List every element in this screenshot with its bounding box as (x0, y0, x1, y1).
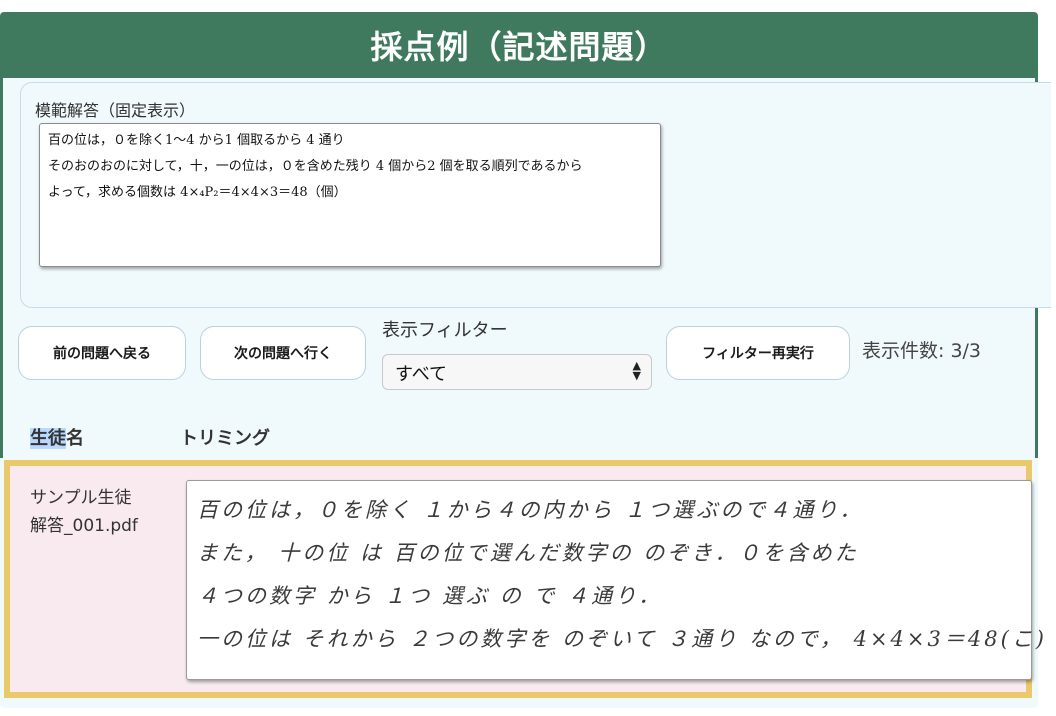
column-header-student-rest: 名 (66, 428, 84, 449)
result-count: 表示件数: 3/3 (862, 340, 982, 362)
handwritten-line: また， 十の位 は 百の位で選んだ数字の のぞき．０を含めた (197, 541, 859, 565)
handwritten-line: 一の位は それから ２つの数字を のぞいて ３通り なので， 4×4×3＝48(… (197, 627, 1047, 651)
handwritten-line: 百の位は，０を除く １から４の内から １つ選ぶので４通り． (197, 498, 864, 522)
select-updown-icon: ▲ ▼ (632, 359, 641, 382)
table-row[interactable]: サンプル生徒 解答_001.pdf 百の位は，０を除く １から４の内から １つ選… (4, 460, 1047, 698)
column-header-student[interactable]: 生徒名 (30, 424, 84, 450)
student-name-cell: サンプル生徒 解答_001.pdf (30, 484, 138, 540)
model-answer-line: 百の位は，０を除く1〜4 から1 個取るから 4 通り (48, 133, 345, 148)
handwritten-line: ４つの数字 から １つ 選ぶ の で ４通り． (197, 584, 663, 608)
filter-select[interactable]: すべて ▲ ▼ (382, 354, 652, 390)
frame-left-border (0, 78, 3, 458)
model-answer-line: そのおのおのに対して，十，一の位は，０を含めた残り 4 個から2 個を取る順列で… (48, 159, 583, 174)
next-question-button[interactable]: 次の問題へ行く (200, 326, 366, 380)
student-file-name: 解答_001.pdf (30, 516, 138, 536)
page-title: 採点例（記述問題） (0, 12, 1038, 78)
prev-question-button[interactable]: 前の問題へ戻る (18, 326, 186, 380)
filter-selected-value: すべて (395, 364, 448, 385)
model-answer-label: 模範解答（固定表示） (35, 101, 196, 120)
trimmed-handwritten-answer[interactable]: 百の位は，０を除く １から４の内から １つ選ぶので４通り． また， 十の位 は … (186, 480, 1047, 680)
column-header-trimming: トリミング (180, 428, 270, 449)
rerun-filter-button[interactable]: フィルター再実行 (666, 326, 850, 380)
model-answer-panel: 模範解答（固定表示） 百の位は，０を除く1〜4 から1 個取るから 4 通り そ… (20, 82, 1051, 308)
selected-text: 生徒 (30, 428, 66, 449)
student-name-line: サンプル生徒 (30, 488, 132, 508)
model-answer-textarea[interactable]: 百の位は，０を除く1〜4 から1 個取るから 4 通り そのおのおのに対して，十… (39, 123, 661, 267)
model-answer-line: よって，求める個数は 4×₄P₂＝4×4×3＝48（個） (48, 185, 347, 200)
filter-label: 表示フィルター (382, 320, 508, 341)
